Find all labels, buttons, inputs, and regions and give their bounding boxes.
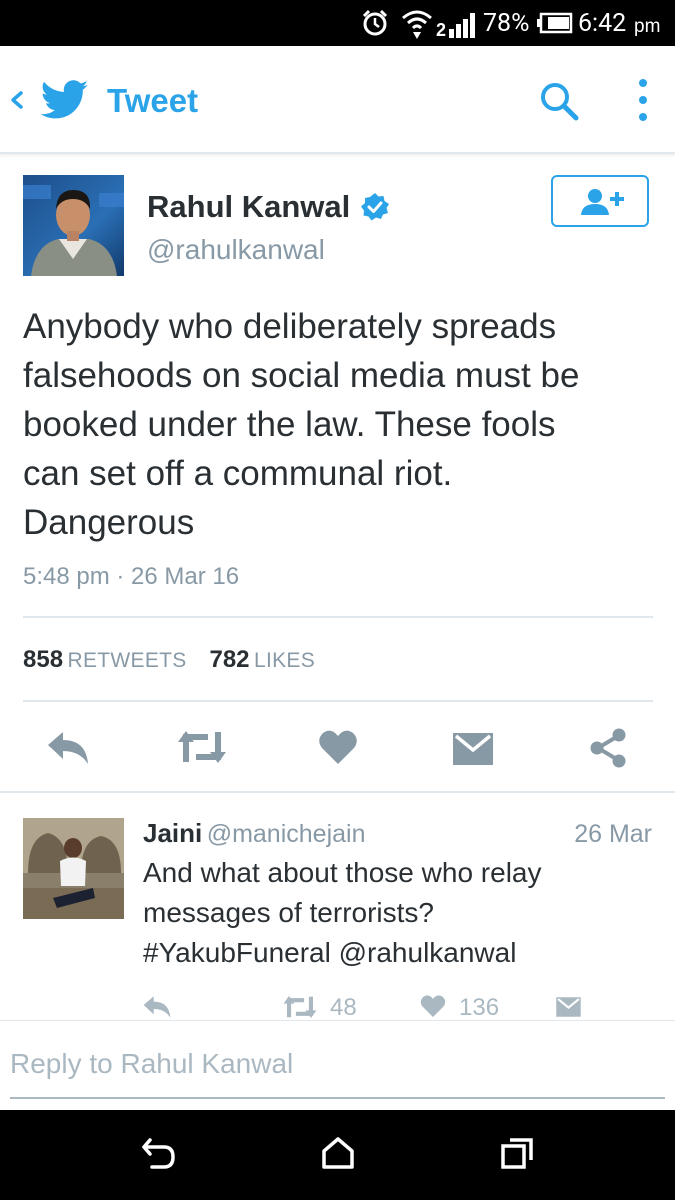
retweets-label: RETWEETS bbox=[67, 649, 187, 672]
recent-apps-icon[interactable] bbox=[500, 1136, 534, 1170]
likes-count[interactable]: 782 bbox=[209, 646, 249, 673]
reply-text-line: And what about those who relay bbox=[143, 857, 542, 888]
tweet-stats[interactable]: 858 RETWEETS 782 LIKES bbox=[23, 646, 315, 674]
wifi-icon bbox=[402, 10, 432, 39]
home-icon[interactable] bbox=[321, 1136, 355, 1170]
divider bbox=[23, 700, 653, 702]
like-heart-icon[interactable] bbox=[318, 729, 358, 765]
reply-header: Jaini @manichejain bbox=[143, 818, 366, 849]
tweet-text-line: Dangerous bbox=[23, 503, 195, 542]
battery-icon bbox=[537, 12, 573, 34]
clock-ampm: pm bbox=[634, 16, 661, 37]
back-chevron-icon[interactable] bbox=[8, 90, 26, 110]
back-icon[interactable] bbox=[140, 1137, 176, 1171]
clock-time: 6:42 bbox=[578, 9, 627, 38]
signal-icon: 2 bbox=[436, 13, 475, 38]
reply-retweet-count: 48 bbox=[330, 994, 357, 1021]
reply-author-name[interactable]: Jaini bbox=[143, 818, 202, 848]
divider bbox=[0, 791, 675, 793]
divider bbox=[23, 616, 653, 618]
direct-message-icon[interactable] bbox=[452, 731, 494, 767]
reply-icon[interactable] bbox=[46, 730, 90, 766]
page-title: Tweet bbox=[107, 82, 199, 119]
reply-text-line: messages of terrorists? bbox=[143, 897, 434, 928]
reply-date: 26 Mar bbox=[574, 820, 652, 848]
reply-message-icon[interactable] bbox=[555, 996, 582, 1018]
reply-input[interactable] bbox=[10, 1048, 665, 1080]
status-bar: 2 78% 6:42 pm bbox=[0, 0, 675, 46]
svg-text:2: 2 bbox=[436, 20, 446, 38]
reply-retweet-icon[interactable] bbox=[282, 994, 318, 1020]
reply-like-icon[interactable] bbox=[420, 994, 446, 1018]
tweet-text-line: booked under the law. These fools bbox=[23, 405, 556, 444]
retweets-count[interactable]: 858 bbox=[23, 646, 63, 673]
reply-like-count: 136 bbox=[459, 994, 500, 1021]
avatar[interactable] bbox=[23, 175, 124, 276]
likes-label: LIKES bbox=[253, 649, 316, 672]
reply-input-underline bbox=[10, 1097, 665, 1099]
more-options-icon[interactable] bbox=[634, 78, 652, 122]
follow-button[interactable] bbox=[551, 175, 649, 227]
reply-avatar[interactable] bbox=[23, 818, 124, 919]
author-handle[interactable]: @rahulkanwal bbox=[147, 234, 325, 266]
verified-badge-icon bbox=[361, 193, 389, 221]
add-user-icon bbox=[581, 189, 624, 215]
author-name[interactable]: Rahul Kanwal bbox=[147, 189, 350, 225]
battery-percent: 78% bbox=[483, 9, 530, 38]
alarm-icon bbox=[362, 9, 388, 36]
search-icon[interactable] bbox=[538, 80, 580, 122]
twitter-bird-icon[interactable] bbox=[40, 80, 90, 120]
tweet-timestamp: 5:48 pm · 26 Mar 16 bbox=[23, 563, 240, 590]
retweet-icon[interactable] bbox=[176, 728, 228, 766]
reply-reply-icon[interactable] bbox=[142, 995, 172, 1019]
reply-text-line[interactable]: #YakubFuneral @rahulkanwal bbox=[143, 933, 653, 973]
reply-author-handle[interactable]: @manichejain bbox=[207, 820, 366, 848]
tweet-text-line: falsehoods on social media must be bbox=[23, 356, 580, 395]
tweet-text-line: can set off a communal riot. bbox=[23, 454, 453, 493]
share-icon[interactable] bbox=[588, 728, 628, 768]
reply-text: And what about those who relay messages … bbox=[143, 853, 653, 973]
tweet-text: Anybody who deliberately spreads falseho… bbox=[23, 302, 663, 547]
tweet-text-line: Anybody who deliberately spreads bbox=[23, 307, 557, 346]
